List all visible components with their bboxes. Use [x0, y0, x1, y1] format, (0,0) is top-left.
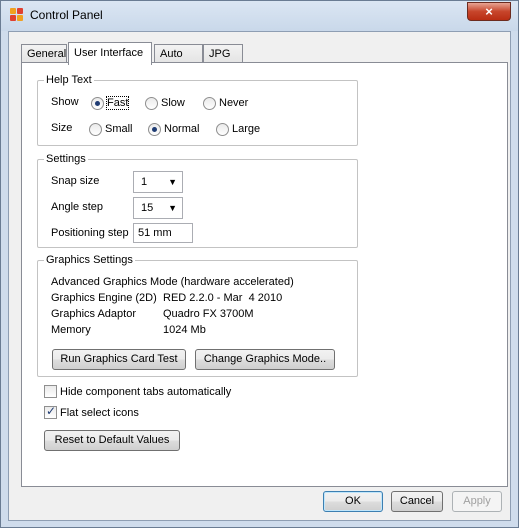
run-graphics-card-test-button[interactable]: Run Graphics Card Test — [52, 349, 186, 370]
graphics-settings-group: Graphics Settings Advanced Graphics Mode… — [37, 254, 358, 377]
tab-jpg[interactable]: JPG — [203, 44, 243, 64]
user-interface-panel: Help Text Show Fast Slow Never Size Smal… — [21, 62, 508, 487]
flat-select-icons-label[interactable]: Flat select icons — [60, 407, 139, 419]
graphics-adaptor-value: Quadro FX 3700M — [163, 308, 254, 320]
settings-title: Settings — [44, 153, 88, 165]
cancel-button[interactable]: Cancel — [391, 491, 443, 512]
size-normal-radio[interactable] — [148, 123, 161, 136]
show-slow-label[interactable]: Slow — [161, 97, 185, 109]
graphics-adaptor-label: Graphics Adaptor — [51, 308, 136, 320]
hide-component-tabs-label[interactable]: Hide component tabs automatically — [60, 386, 231, 398]
flat-select-icons-checkbox[interactable] — [44, 404, 57, 419]
control-panel-app-icon — [10, 8, 24, 22]
memory-label: Memory — [51, 324, 91, 336]
help-text-title: Help Text — [44, 74, 94, 86]
control-panel-window: Control Panel × General User Interface A… — [0, 0, 519, 528]
memory-value: 1024 Mb — [163, 324, 206, 336]
close-window-button[interactable]: × — [467, 2, 511, 21]
snap-size-label: Snap size — [51, 175, 100, 187]
show-label: Show — [51, 96, 79, 108]
graphics-settings-title: Graphics Settings — [44, 254, 135, 266]
angle-step-label: Angle step — [51, 201, 103, 213]
positioning-step-label: Positioning step — [51, 227, 129, 239]
snap-size-select[interactable]: 1 ▼ — [133, 171, 183, 193]
show-slow-radio[interactable] — [145, 97, 158, 110]
graphics-mode-text: Advanced Graphics Mode (hardware acceler… — [51, 276, 294, 288]
size-small-radio[interactable] — [89, 123, 102, 136]
settings-group: Settings Snap size 1 ▼ Angle step 15 ▼ P… — [37, 153, 358, 248]
size-normal-label[interactable]: Normal — [164, 123, 199, 135]
help-text-group: Help Text Show Fast Slow Never Size Smal… — [37, 74, 358, 146]
show-never-radio[interactable] — [203, 97, 216, 110]
dropdown-arrow-icon: ▼ — [168, 203, 177, 213]
title-bar[interactable]: Control Panel × — [1, 1, 518, 31]
angle-step-value: 15 — [141, 202, 154, 214]
reset-to-default-values-button[interactable]: Reset to Default Values — [44, 430, 180, 451]
show-fast-radio[interactable] — [91, 97, 104, 110]
close-icon: × — [485, 4, 493, 19]
window-title: Control Panel — [30, 8, 103, 22]
apply-button[interactable]: Apply — [452, 491, 502, 512]
hide-component-tabs-checkbox[interactable] — [44, 385, 57, 398]
size-large-radio[interactable] — [216, 123, 229, 136]
size-large-label[interactable]: Large — [232, 123, 260, 135]
dialog-client-area: General User Interface Auto 3D JPG Help … — [8, 31, 511, 521]
graphics-engine-value: RED 2.2.0 - Mar 4 2010 — [163, 292, 283, 304]
show-fast-label[interactable]: Fast — [105, 96, 130, 110]
graphics-engine-label: Graphics Engine (2D) — [51, 292, 157, 304]
size-label: Size — [51, 122, 73, 134]
show-never-label[interactable]: Never — [219, 97, 248, 109]
tab-auto-3d[interactable]: Auto 3D — [154, 44, 203, 79]
tab-user-interface[interactable]: User Interface — [68, 42, 152, 65]
snap-size-value: 1 — [141, 176, 148, 188]
change-graphics-mode-button[interactable]: Change Graphics Mode.. — [195, 349, 335, 370]
positioning-step-input[interactable]: 51 mm — [133, 223, 193, 243]
tab-general[interactable]: General — [21, 44, 67, 64]
size-small-label[interactable]: Small — [105, 123, 133, 135]
angle-step-select[interactable]: 15 ▼ — [133, 197, 183, 219]
ok-button[interactable]: OK — [323, 491, 383, 512]
dropdown-arrow-icon: ▼ — [168, 177, 177, 187]
